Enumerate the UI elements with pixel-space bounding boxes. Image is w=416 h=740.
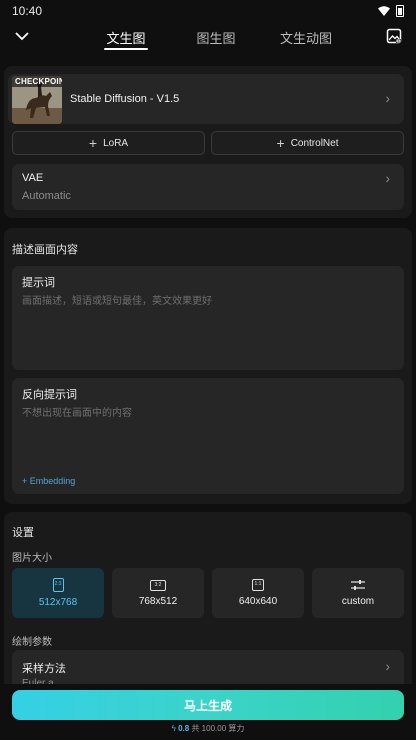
plus-icon: + xyxy=(22,476,30,486)
collapse-button[interactable] xyxy=(12,26,32,46)
square-ratio-icon: 1:1 xyxy=(252,579,264,591)
gallery-button[interactable] xyxy=(384,26,404,46)
tab-text-to-image[interactable]: 文生图 xyxy=(96,22,156,50)
embedding-button[interactable]: + Embedding xyxy=(22,476,75,486)
embedding-label: Embedding xyxy=(29,476,76,486)
status-icons xyxy=(378,5,404,17)
checkpoint-thumbnail: CHECKPOINT xyxy=(12,76,62,124)
landscape-ratio-icon: 3:2 xyxy=(150,579,166,591)
tab-image-to-image[interactable]: 图生图 xyxy=(186,22,246,50)
vae-selector[interactable]: VAE Automatic › xyxy=(12,164,404,210)
negative-prompt-input[interactable]: 反向提示词 不想出现在画面中的内容 + Embedding xyxy=(12,378,404,494)
mode-tabs: 文生图 图生图 文生动图 xyxy=(96,22,336,50)
generate-button[interactable]: 马上生成 xyxy=(12,690,404,720)
battery-icon xyxy=(396,5,404,17)
checkpoint-selector[interactable]: CHECKPOINT Stable Diffusion - V1.5 › xyxy=(8,74,404,124)
plus-icon: + xyxy=(276,135,285,151)
size-label: custom xyxy=(341,596,375,607)
sampler-title: 采样方法 xyxy=(22,663,66,675)
checkpoint-model-name: Stable Diffusion - V1.5 xyxy=(70,93,180,105)
chevron-right-icon: › xyxy=(385,90,390,106)
image-size-label: 图片大小 xyxy=(12,553,52,564)
vae-title: VAE xyxy=(22,172,44,184)
prompt-input[interactable]: 提示词 画面描述，短语或短句最佳，英文效果更好 xyxy=(12,266,404,370)
chevron-right-icon: › xyxy=(385,658,390,674)
size-label: 512x768 xyxy=(38,597,78,608)
chevron-right-icon: › xyxy=(385,170,390,186)
settings-title: 设置 xyxy=(12,527,34,539)
cost-amount: 0.8 xyxy=(178,724,190,733)
size-label: 768x512 xyxy=(138,595,178,607)
cost-total: 共 100.00 算力 xyxy=(191,724,245,733)
sliders-icon xyxy=(351,580,365,590)
negative-prompt-title: 反向提示词 xyxy=(22,389,77,401)
portrait-ratio-icon: 2:3 xyxy=(52,578,64,592)
bolt-icon: ϟ xyxy=(171,724,176,733)
plus-icon: + xyxy=(88,135,98,151)
gallery-icon xyxy=(386,28,402,44)
prompt-section-title: 描述画面内容 xyxy=(12,244,78,256)
checkpoint-tag: CHECKPOINT xyxy=(12,76,62,87)
status-bar: 10:40 xyxy=(0,0,416,22)
top-nav: 文生图 图生图 文生动图 xyxy=(0,22,416,50)
cost-info: ϟ 0.8 共 100.00 算力 xyxy=(0,723,416,734)
tab-text-to-gif[interactable]: 文生动图 xyxy=(276,22,336,50)
prompt-placeholder: 画面描述，短语或短句最佳，英文效果更好 xyxy=(22,296,212,307)
draw-params-label: 绘制参数 xyxy=(12,637,52,648)
vae-value: Automatic xyxy=(22,190,71,202)
chevron-down-icon xyxy=(15,32,29,41)
lora-label: LoRA xyxy=(103,137,129,149)
size-label: 640x640 xyxy=(238,596,278,607)
size-option-512x768[interactable]: 2:3 512x768 xyxy=(12,568,104,618)
prompt-title: 提示词 xyxy=(22,277,55,289)
size-option-custom[interactable]: custom xyxy=(312,568,404,618)
size-option-640x640[interactable]: 1:1 640x640 xyxy=(212,568,304,618)
wifi-icon xyxy=(378,6,390,16)
negative-prompt-placeholder: 不想出现在画面中的内容 xyxy=(22,408,132,419)
add-controlnet-button[interactable]: + ControlNet xyxy=(211,131,404,155)
add-lora-button[interactable]: + LoRA xyxy=(12,131,205,155)
controlnet-label: ControlNet xyxy=(290,137,339,149)
size-option-768x512[interactable]: 3:2 768x512 xyxy=(112,568,204,618)
status-time: 10:40 xyxy=(12,4,43,18)
